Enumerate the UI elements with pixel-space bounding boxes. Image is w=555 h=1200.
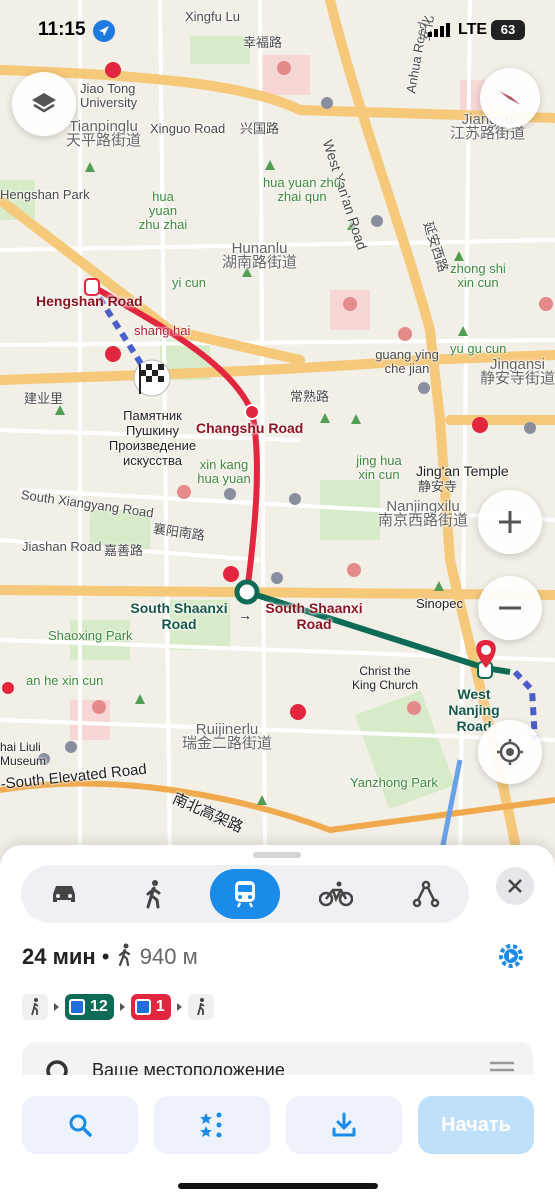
compass-button[interactable] [480, 68, 540, 128]
place-label: Jiao Tong University [80, 81, 138, 110]
search-icon [69, 1114, 92, 1137]
leg-separator [54, 1003, 59, 1011]
district-label: Ruijinerlu 瑞金二路街道 [182, 721, 273, 752]
route-fork-icon [412, 880, 440, 908]
walking-icon [196, 998, 205, 1016]
star-list-icon [200, 1112, 222, 1138]
station-south-shaanxi-from[interactable]: South Shaanxi Road [128, 600, 230, 632]
transport-modes [21, 865, 469, 923]
district-label: Hunanlu 湖南路街道 [222, 240, 298, 271]
walking-icon [146, 880, 161, 909]
close-button[interactable] [496, 867, 534, 905]
compass-icon [499, 91, 521, 105]
road-label: 嘉善路 [104, 543, 144, 558]
place-label: Shaoxing Park [48, 628, 133, 643]
car-icon [53, 886, 75, 902]
station-hengshan[interactable]: Hengshan Road [36, 293, 143, 309]
place-label: Hengshan Park [0, 187, 90, 202]
leg-walk [22, 994, 48, 1020]
zoom-in-button[interactable] [478, 490, 542, 554]
route-duration: 24 мин [22, 944, 96, 969]
layers-icon [32, 93, 56, 113]
status-bar: 11:15 LTE 63 [0, 0, 555, 60]
place-label: yu gu cun [450, 341, 507, 356]
place-label: Jing'an Temple [416, 463, 509, 479]
leg-separator [176, 1003, 182, 1011]
mode-walk-button[interactable] [119, 869, 189, 919]
crosshair-icon [497, 739, 523, 765]
route-summary: 24 мин • 940 м [22, 943, 198, 970]
signal-icon [428, 23, 450, 37]
mode-car-button[interactable] [29, 869, 99, 919]
mode-rideshare-button[interactable] [391, 869, 461, 919]
download-icon [332, 1112, 356, 1137]
network-type: LTE [458, 21, 488, 38]
district-label: Tianpinglu 天平路街道 [66, 118, 142, 149]
walk-distance: 940 м [139, 944, 198, 969]
metro-icon [69, 999, 85, 1015]
train-icon [235, 881, 255, 908]
road-label: Jiashan Road [22, 539, 102, 554]
bottom-action-bar: Начать [0, 1075, 555, 1200]
metro-icon [134, 999, 151, 1015]
walking-icon [118, 943, 130, 967]
road-label: 建业里 [24, 391, 64, 406]
place-label: Yanzhong Park [350, 775, 438, 790]
download-button[interactable] [286, 1096, 402, 1154]
separator-dot: • [101, 944, 110, 969]
district-label: Jingansi 静安寺街道 [480, 356, 555, 387]
road-label: 兴国路 [240, 121, 280, 136]
map-view[interactable]: Tianpinglu 天平路街道 Hunanlu 湖南路街道 Jingansi 静安寺… [0, 0, 555, 870]
place-label: 静安寺 [418, 479, 458, 494]
layers-button[interactable] [12, 72, 76, 136]
my-location-button[interactable] [478, 720, 542, 784]
place-label: an he xin cun [26, 673, 104, 688]
route-legs: 12 1 [22, 993, 214, 1021]
place-label: hua yuan zhu zhai [138, 189, 188, 232]
place-label: zhong shi xin cun [450, 261, 506, 290]
road-label: 常熟路 [290, 389, 330, 404]
sheet-grabber[interactable] [253, 852, 301, 858]
district-label: Nanjingxilu 南京西路街道 [378, 498, 469, 529]
place-label: hua yuan zhù zhai qun [262, 175, 342, 204]
leg-walk [187, 994, 214, 1020]
close-icon [508, 879, 522, 893]
station-south-shaanxi-to[interactable]: South Shaanxi Road [262, 600, 366, 632]
destination-label[interactable]: Памятник Пушкину Произведение искусства [100, 408, 205, 468]
status-time: 11:15 [38, 19, 86, 40]
place-label: shang hai [134, 323, 191, 338]
location-arrow-icon [93, 20, 115, 42]
place-label: guang ying che jian [375, 347, 439, 376]
bicycle-icon [319, 881, 353, 907]
road-label: Xinguo Road [150, 121, 226, 136]
mode-bike-button[interactable] [301, 869, 371, 919]
route-settings-icon[interactable] [496, 941, 526, 971]
plus-icon [499, 511, 521, 533]
battery-icon: 63 [491, 20, 525, 40]
place-label: hai Liuli Museum [0, 740, 47, 768]
station-changshu[interactable]: Changshu Road [196, 420, 303, 436]
place-label: jing hua xin cun [356, 453, 402, 482]
leg-line-1: 1 [130, 994, 171, 1020]
minus-icon [499, 606, 521, 610]
place-label: yi cun [172, 275, 206, 290]
favorites-button[interactable] [154, 1096, 270, 1154]
mode-transit-button[interactable] [210, 869, 280, 919]
walking-icon [31, 998, 39, 1016]
place-label: Sinopec [416, 596, 463, 611]
place-label: Christ the King Church [351, 664, 419, 692]
search-button[interactable] [22, 1096, 138, 1154]
leg-separator [119, 1003, 125, 1011]
zoom-out-button[interactable] [478, 576, 542, 640]
transfer-arrow: → [238, 607, 252, 623]
home-indicator [178, 1183, 378, 1189]
start-navigation-button[interactable]: Начать [418, 1096, 534, 1154]
leg-line-12: 12 [65, 994, 114, 1020]
